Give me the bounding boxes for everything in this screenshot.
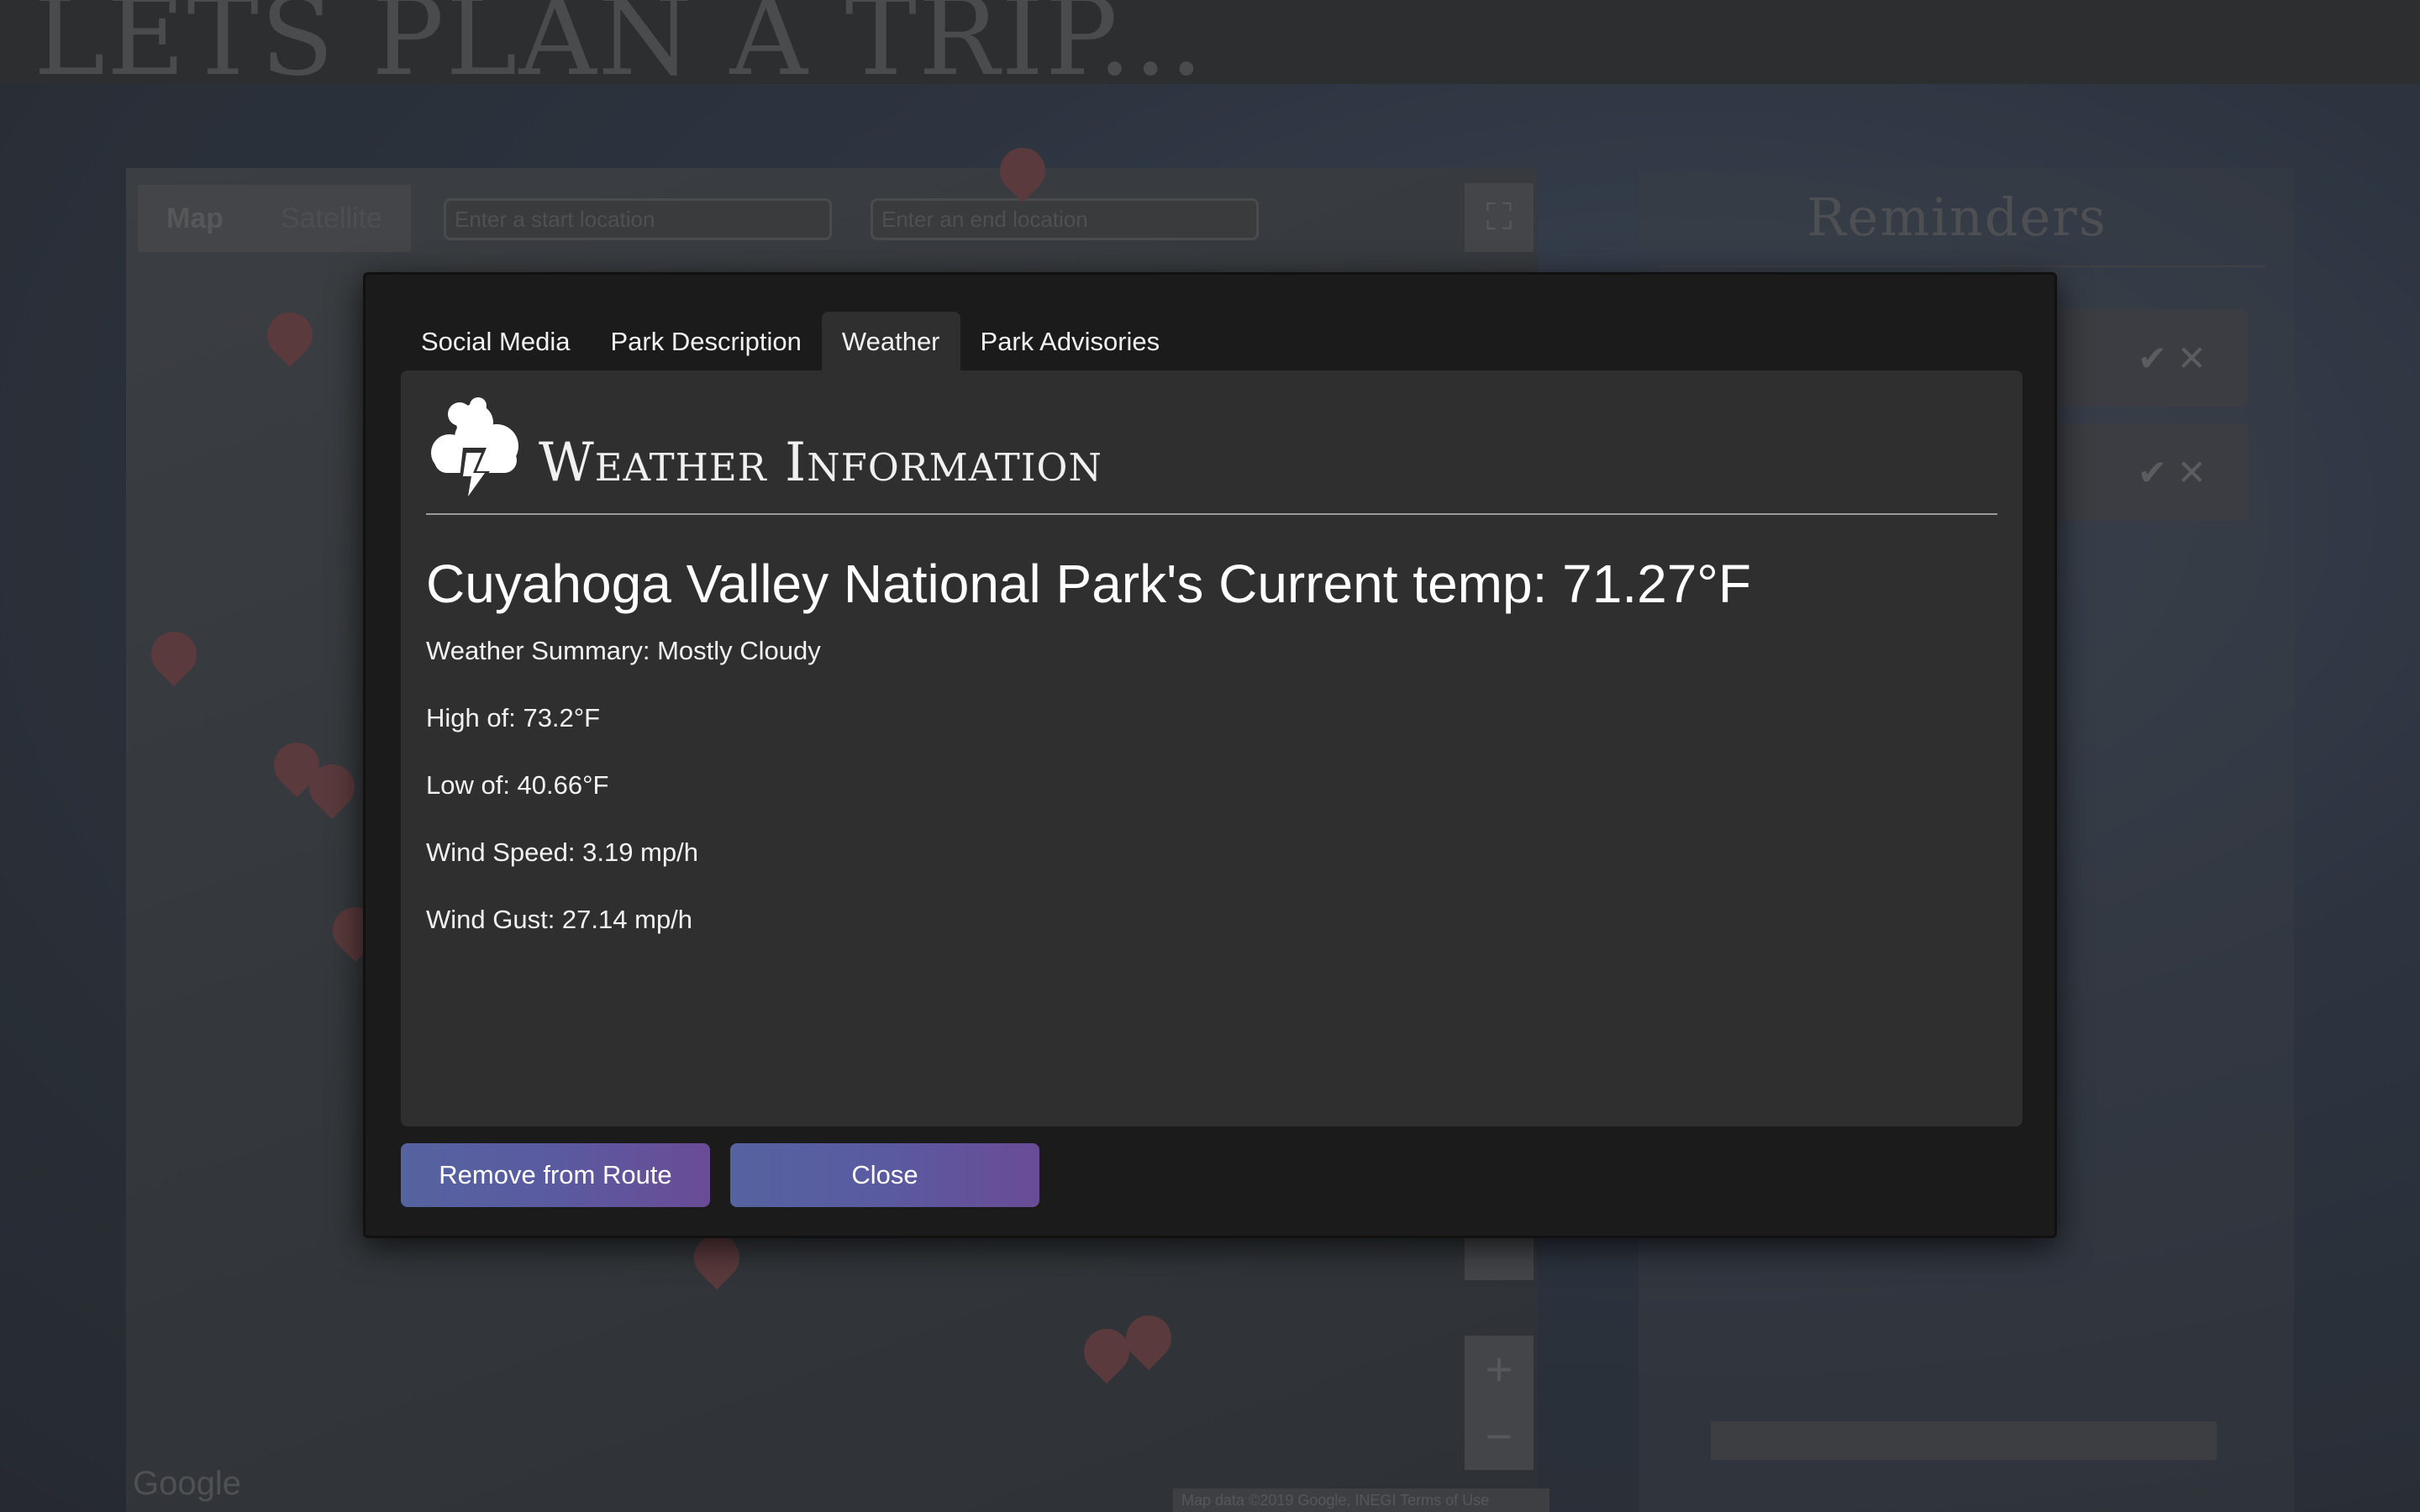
tab-weather[interactable]: Weather [821,312,960,372]
close-button[interactable]: Close [730,1143,1039,1207]
weather-header: Weather Information [426,394,1997,515]
wind-speed: Wind Speed: 3.19 mp/h [426,837,698,867]
cloud-lightning-icon [431,397,518,503]
weather-panel: Weather Information Cuyahoga Valley Nati… [401,370,2023,1126]
weather-summary: Weather Summary: Mostly Cloudy [426,636,821,665]
remove-from-route-button[interactable]: Remove from Route [401,1143,710,1207]
weather-details: Cuyahoga Valley National Park's Current … [426,554,1997,932]
tab-park-description[interactable]: Park Description [590,312,821,372]
high-temperature: High of: 73.2°F [426,703,601,732]
low-temperature: Low of: 40.66°F [426,770,609,800]
wind-gust: Wind Gust: 27.14 mp/h [426,905,693,934]
modal-tabs: Social Media Park Description Weather Pa… [401,312,1180,372]
weather-heading: Weather Information [539,432,1102,494]
tab-social-media[interactable]: Social Media [401,312,590,372]
current-temperature: Cuyahoga Valley National Park's Current … [426,554,1751,614]
tab-park-advisories[interactable]: Park Advisories [960,312,1181,372]
park-detail-modal: Social Media Park Description Weather Pa… [363,272,2057,1238]
